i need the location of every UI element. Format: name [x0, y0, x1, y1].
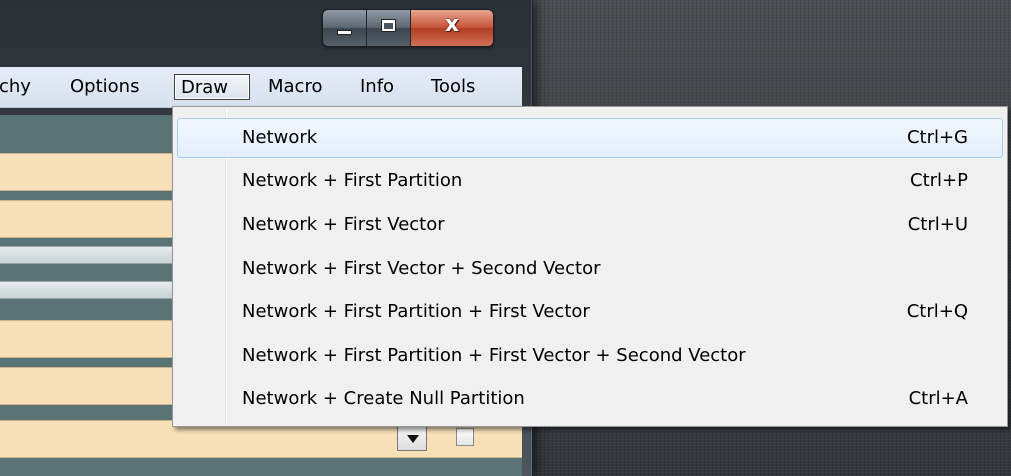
menu-item-label: Network: [242, 127, 318, 148]
menu-info[interactable]: Info: [354, 74, 400, 100]
menu-item-label: Network + First Partition + First Vector…: [242, 345, 746, 366]
menu-item-label: Network + First Vector: [242, 214, 445, 235]
draw-menu-item-network[interactable]: Network Ctrl+G: [177, 118, 1003, 158]
maximize-icon: [381, 19, 396, 32]
draw-menu-item-network-partition-two-vectors[interactable]: Network + First Partition + First Vector…: [177, 336, 1003, 376]
menu-item-label: Network + First Vector + Second Vector: [242, 258, 601, 279]
menu-item-shortcut: Ctrl+G: [906, 127, 968, 148]
maximize-button[interactable]: [367, 10, 411, 46]
combo-dropdown-button[interactable]: [397, 424, 427, 451]
menu-hierarchy[interactable]: rchy: [0, 74, 37, 100]
chevron-down-icon: [407, 435, 419, 443]
menu-tools[interactable]: Tools: [425, 74, 481, 100]
menu-item-label: Network + Create Null Partition: [242, 388, 525, 409]
draw-menu-item-network-first-vector[interactable]: Network + First Vector Ctrl+U: [177, 205, 1003, 245]
menu-options[interactable]: Options: [64, 74, 145, 100]
close-button[interactable]: x: [411, 10, 493, 46]
menu-item-shortcut: Ctrl+P: [910, 170, 968, 191]
close-icon: x: [444, 12, 460, 37]
draw-menu-item-network-null-partition[interactable]: Network + Create Null Partition Ctrl+A: [177, 379, 1003, 419]
checkbox-icon[interactable]: [456, 428, 474, 446]
menu-item-shortcut: Ctrl+Q: [906, 301, 968, 322]
window-caption-buttons: x: [322, 9, 494, 47]
minimize-button[interactable]: [323, 10, 367, 46]
draw-menu-dropdown: Network Ctrl+G Network + First Partition…: [172, 106, 1008, 427]
minimize-icon: [337, 30, 352, 35]
draw-menu-item-network-first-partition[interactable]: Network + First Partition Ctrl+P: [177, 161, 1003, 201]
menu-bar: rchy Options Draw Macro Info Tools: [0, 67, 522, 108]
menu-item-label: Network + First Partition + First Vector: [242, 301, 590, 322]
menu-item-shortcut: Ctrl+A: [908, 388, 968, 409]
menu-item-label: Network + First Partition: [242, 170, 463, 191]
menu-macro[interactable]: Macro: [262, 74, 328, 100]
menu-item-shortcut: Ctrl+U: [907, 214, 968, 235]
draw-menu-item-network-partition-vector[interactable]: Network + First Partition + First Vector…: [177, 292, 1003, 332]
draw-menu-item-network-first-second-vector[interactable]: Network + First Vector + Second Vector: [177, 249, 1003, 289]
menu-draw[interactable]: Draw: [174, 74, 250, 100]
